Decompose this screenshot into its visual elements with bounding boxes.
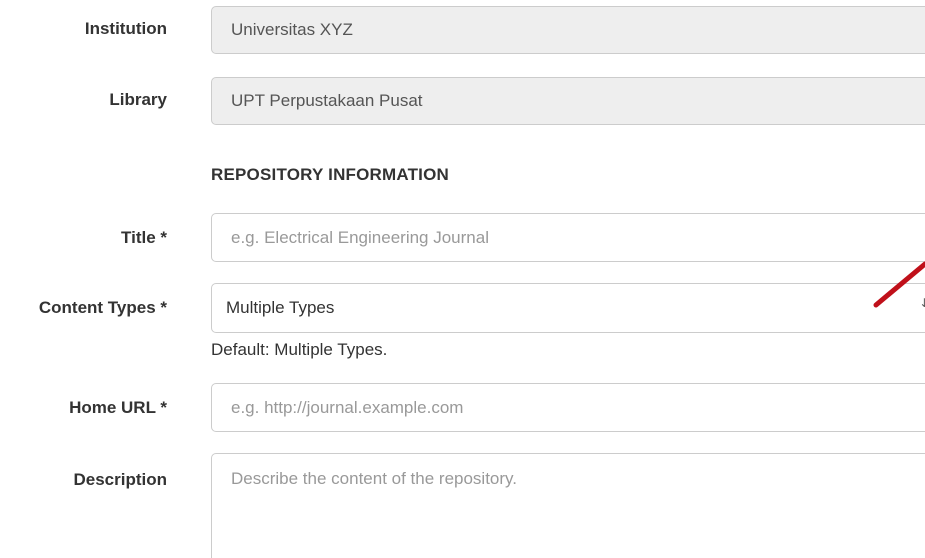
section-heading-repository-information: REPOSITORY INFORMATION	[211, 165, 450, 184]
content-types-selected: Multiple Types	[226, 298, 335, 317]
institution-value: Universitas XYZ	[231, 20, 353, 39]
title-input[interactable]: e.g. Electrical Engineering Journal	[211, 213, 925, 262]
library-field: UPT Perpustakaan Pusat	[211, 77, 925, 125]
library-value: UPT Perpustakaan Pusat	[231, 91, 423, 110]
home-url-input[interactable]: e.g. http://journal.example.com	[211, 383, 925, 432]
select-caret-icon[interactable]: ⇵	[921, 297, 925, 309]
institution-field: Universitas XYZ	[211, 6, 925, 54]
description-textarea[interactable]: Describe the content of the repository.	[211, 453, 925, 558]
institution-label: Institution	[84, 19, 167, 38]
description-placeholder: Describe the content of the repository.	[231, 469, 518, 488]
content-types-help: Default: Multiple Types.	[211, 340, 388, 359]
home-url-label: Home URL *	[69, 398, 167, 417]
repository-form: Institution Universitas XYZ Library UPT …	[0, 0, 925, 558]
description-label: Description	[73, 470, 167, 489]
content-types-label: Content Types *	[38, 298, 167, 317]
content-types-select[interactable]: Multiple Types	[211, 283, 925, 333]
home-url-placeholder: e.g. http://journal.example.com	[231, 397, 464, 417]
title-placeholder: e.g. Electrical Engineering Journal	[231, 227, 489, 247]
library-label: Library	[109, 90, 167, 109]
title-label: Title *	[121, 228, 167, 247]
